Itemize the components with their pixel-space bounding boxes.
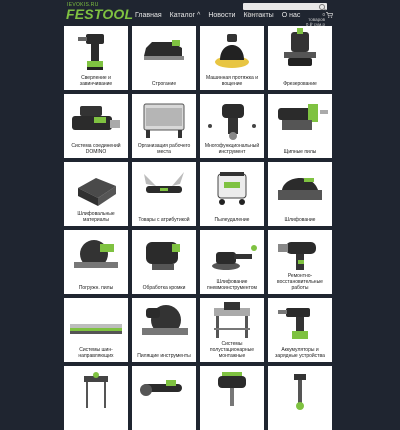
category-card[interactable]: Сверление и завинчивание: [64, 26, 128, 90]
category-grid: Сверление и завинчивание Строгание Машинна…: [64, 26, 336, 430]
category-label: Щипные пилы: [283, 149, 317, 155]
multitool-icon: [208, 104, 256, 140]
site-header: IEVOKIS.RU FESTOOL Главная Каталог ^ Нов…: [0, 0, 400, 27]
category-label: Пилящие инструменты: [137, 353, 191, 359]
table-icon: [214, 302, 250, 338]
festool-logo[interactable]: FESTOOL: [66, 7, 133, 21]
cart-summary[interactable]: 0 товаров 0 ₽ сум.р: [305, 12, 325, 27]
polisher-icon: [215, 34, 249, 68]
category-card[interactable]: Строгание: [132, 26, 196, 90]
category-card[interactable]: [200, 366, 264, 430]
category-label: Системы шин-направляющих: [78, 347, 114, 359]
category-label: Шлифовальные материалы: [77, 211, 115, 223]
mixer-icon: [218, 372, 246, 406]
lamp-icon: [294, 374, 306, 410]
category-card[interactable]: Система соединений DOMINO: [64, 94, 128, 158]
category-label: Система соединений DOMINO: [71, 143, 121, 155]
category-card[interactable]: Ремонтно-восстановительные работы: [268, 230, 332, 294]
nav-news[interactable]: Новости: [208, 12, 235, 19]
planer-icon: [144, 40, 184, 60]
category-label: Строгание: [151, 81, 177, 87]
jigsaw-icon: [278, 104, 328, 130]
knife-icon: [144, 172, 184, 193]
domino-icon: [72, 106, 120, 130]
category-label: Ремонтно-восстановительные работы: [277, 273, 323, 291]
category-label: Шлифование пневмоинструментом: [206, 279, 257, 291]
category-card[interactable]: [64, 366, 128, 430]
category-card[interactable]: [268, 366, 332, 430]
category-label: Машинная протяжка и вощение: [206, 75, 258, 87]
category-card[interactable]: [132, 366, 196, 430]
cart-icon[interactable]: [326, 12, 333, 18]
sander-icon: [278, 177, 322, 200]
category-label: Обработка кромки: [142, 285, 186, 291]
plunge-saw-icon: [74, 240, 118, 268]
abrasive-icon: [78, 178, 116, 206]
vacuum-icon: [217, 172, 247, 205]
category-card[interactable]: Многофункциональный инструмент: [200, 94, 264, 158]
category-card[interactable]: Системы шин-направляющих: [64, 298, 128, 362]
search-box[interactable]: [243, 3, 327, 19]
category-card[interactable]: Товары с атрибутикой: [132, 162, 196, 226]
category-card[interactable]: Организация рабочего места: [132, 94, 196, 158]
category-card[interactable]: Щипные пилы: [268, 94, 332, 158]
category-card[interactable]: Шлифование пневмоинструментом: [200, 230, 264, 294]
category-card[interactable]: Пилящие инструменты: [132, 298, 196, 362]
grinder-icon: [140, 380, 182, 396]
category-label: Фрезерование: [283, 81, 317, 87]
circular-saw-icon: [142, 305, 188, 335]
category-label: Пылеудаление: [214, 217, 250, 223]
category-label: Товары с атрибутикой: [138, 217, 190, 223]
category-card[interactable]: Фрезерование: [268, 26, 332, 90]
category-label: Многофункциональный инструмент: [204, 143, 260, 155]
search-icon[interactable]: [319, 4, 325, 10]
category-card[interactable]: Шлифование: [268, 162, 332, 226]
category-card[interactable]: Обработка кромки: [132, 230, 196, 294]
category-label: Системы полустационарные монтажные: [209, 341, 255, 359]
stand-icon: [84, 372, 108, 408]
edge-icon: [146, 242, 180, 270]
category-card[interactable]: Машинная протяжка и вощение: [200, 26, 264, 90]
rail-icon: [70, 324, 122, 334]
pneumatic-sander-icon: [212, 245, 257, 270]
category-card[interactable]: Аккумуляторы и зарядные устройства: [268, 298, 332, 362]
battery-drill-icon: [278, 308, 310, 339]
category-card[interactable]: Шлифовальные материалы: [64, 162, 128, 226]
drill-icon: [78, 34, 104, 70]
cart-count: 0 товаров: [308, 12, 325, 22]
category-label: Шлифование: [284, 217, 316, 223]
category-card[interactable]: Погружн. пилы: [64, 230, 128, 294]
workstation-icon: [143, 103, 185, 138]
category-label: Организация рабочего места: [137, 143, 191, 155]
nav-home[interactable]: Главная: [135, 12, 162, 19]
category-card[interactable]: Пылеудаление: [200, 162, 264, 226]
category-label: Погружн. пилы: [78, 285, 114, 291]
router-icon: [284, 28, 316, 66]
category-label: Сверление и завинчивание: [79, 75, 113, 87]
heatgun-icon: [278, 242, 316, 270]
category-card[interactable]: Системы полустационарные монтажные: [200, 298, 264, 362]
nav-catalog[interactable]: Каталог ^: [170, 12, 201, 19]
category-label: Аккумуляторы и зарядные устройства: [275, 347, 325, 359]
